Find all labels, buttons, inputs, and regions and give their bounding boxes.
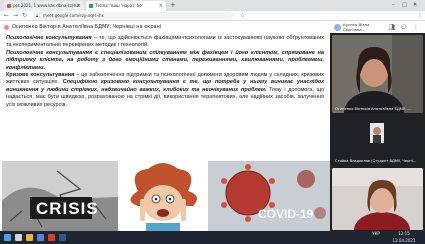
tab-close-icon[interactable]: × (77, 1, 81, 11)
presenter-label: Осипенко Вікторія Анатоліївна БДМУ, Черн… (12, 24, 162, 30)
address-bar: ← → ↻ 🔒︎ meet.google.com/ezy-nqrs-ihx ☆ … (0, 11, 425, 21)
start-icon[interactable] (4, 234, 11, 241)
os-taskbar: УКР 12:15 12.04.2021 (0, 231, 425, 244)
forward-button[interactable]: → (13, 11, 18, 21)
meet-top-controls: Кусная Діана Сергіївна... 👥︎ 💬︎ ⋮ (330, 22, 425, 33)
shared-slide: Психологічне консультування – те, що зді… (0, 33, 330, 231)
slide-paragraph: Кризове консультування – це забезпечення… (6, 72, 324, 109)
crisis-label: CRISIS (36, 199, 99, 218)
new-tab-button[interactable]: + (170, 1, 176, 10)
chat-icon[interactable]: 💬︎ (400, 23, 408, 32)
tab-close-icon[interactable]: × (159, 1, 163, 11)
participant-tile[interactable]: Стойка Владислав (Студент БДМУ, Черні... (332, 115, 423, 165)
minimize-button[interactable]: – (392, 0, 395, 10)
tab-title: ppt 2021, 1 www.kas.dbna.cz/sut (13, 3, 80, 8)
slide-paragraph: Психологічне консультування є спеціалізо… (6, 50, 324, 72)
people-icon[interactable]: 👥︎ (388, 23, 396, 32)
url-field[interactable]: 🔒︎ meet.google.com/ezy-nqrs-ihx (33, 12, 233, 20)
participants-panel: Кусная Діана Сергіївна... 👥︎ 💬︎ ⋮ Осипен… (330, 22, 425, 231)
folder-icon[interactable] (26, 234, 33, 241)
presenter-avatar (4, 25, 9, 30)
presenter-bar: Осипенко Вікторія Анатоліївна БДМУ, Черн… (0, 22, 330, 33)
slide-paragraph: Психологічне консультування – те, що зді… (6, 35, 324, 50)
powerpoint-icon[interactable] (48, 234, 55, 241)
covid-image: COVID-19 (208, 161, 330, 231)
close-window-button[interactable]: ✕ (413, 0, 417, 10)
language-indicator[interactable]: УКР (370, 231, 382, 238)
reload-button[interactable]: ↻ (22, 11, 27, 21)
term-crisis-counseling: Кризове консультування (6, 72, 75, 79)
chrome-icon[interactable] (37, 234, 44, 241)
counseling-description: Психологічне консультування є спеціалізо… (6, 49, 324, 71)
clock-date: 12.04.2021 (392, 237, 416, 243)
more-icon[interactable]: ⋮ (413, 23, 419, 32)
browser-tab-bar: ppt 2021, 1 www.kas.dbna.cz/sut × Тепла:… (0, 0, 425, 11)
tab-favicon-icon (7, 4, 11, 8)
menu-icon[interactable]: ⋮ (417, 11, 423, 21)
covid-label: COVID-19 (258, 207, 314, 221)
maximize-button[interactable]: □ (402, 0, 407, 10)
stress-image (118, 161, 208, 231)
participant-tile[interactable]: Осипенко Вікторія Анатоліївна БДМУ, ... (332, 35, 423, 113)
slide-text: Психологічне консультування – те, що зді… (6, 35, 324, 109)
back-button[interactable]: ← (4, 11, 9, 21)
tab-title: Тепла: 'ваш 'нараз' бо' (95, 3, 143, 8)
search-icon[interactable] (15, 234, 22, 241)
clock[interactable]: 12:15 12.04.2021 (386, 231, 422, 244)
browser-tab[interactable]: ppt 2021, 1 www.kas.dbna.cz/sut × (4, 1, 84, 11)
browser-tab-active[interactable]: Тепла: 'ваш 'нараз' бо' × (86, 1, 166, 11)
word-icon[interactable] (59, 234, 66, 241)
user-avatar[interactable] (334, 24, 341, 31)
participant-name: Стойка Владислав (Студент БДМУ, Черні... (335, 159, 417, 163)
user-name: Кусная Діана Сергіївна... (343, 22, 370, 32)
participant-name: Осипенко Вікторія Анатоліївна БДМУ, ... (335, 107, 411, 111)
tab-favicon-icon (89, 4, 93, 8)
star-icon[interactable]: ☆ (240, 11, 245, 21)
slide-images: CRISIS COVID-19 (0, 161, 330, 231)
term-counseling: Психологічне консультування (6, 35, 92, 41)
participant-tile[interactable] (332, 168, 423, 230)
lock-icon: 🔒︎ (36, 13, 39, 18)
crisis-image: CRISIS (2, 161, 118, 231)
url-text: meet.google.com/ezy-nqrs-ihx (43, 13, 104, 18)
